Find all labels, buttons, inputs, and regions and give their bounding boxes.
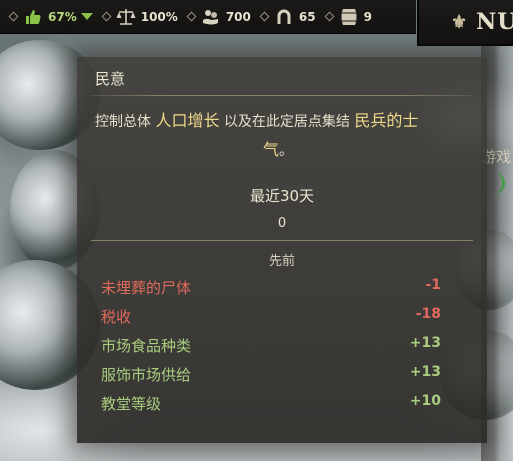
desc-text: 以及在此定居点集结 bbox=[223, 114, 350, 130]
factor-label: 未埋葬的尸体 bbox=[101, 279, 192, 297]
barrel-icon bbox=[339, 7, 359, 27]
factor-label: 教堂等级 bbox=[101, 395, 162, 413]
desc-highlight-morale-wrap: 气 bbox=[263, 140, 280, 159]
horseshoe-icon bbox=[274, 7, 294, 27]
public-opinion-tooltip: 民意 控制总体 人口增长 以及在此定居点集结 民兵的士 气。 最近30天 0 先… bbox=[77, 57, 487, 443]
desc-highlight-population: 人口增长 bbox=[155, 111, 220, 130]
tooltip-title: 民意 bbox=[95, 70, 126, 88]
separator-diamond-icon bbox=[324, 11, 335, 22]
factor-label: 税收 bbox=[101, 308, 132, 326]
divider bbox=[91, 240, 473, 241]
period-value: 0 bbox=[277, 216, 287, 231]
desc-highlight-militia: 民兵 bbox=[354, 111, 387, 130]
approval-resource[interactable]: 67% bbox=[8, 7, 93, 27]
factor-row: 教堂等级 +10 bbox=[101, 393, 441, 417]
period-label: 最近30天 bbox=[249, 187, 315, 205]
settlement-title-bar[interactable]: ⚜ NUS bbox=[417, 0, 513, 46]
separator-diamond-icon bbox=[8, 11, 19, 22]
factor-row: 未埋葬的尸体 -1 bbox=[101, 277, 441, 301]
fleur-de-lis-icon: ⚜ bbox=[451, 11, 469, 33]
factor-label: 服饰市场供给 bbox=[101, 366, 192, 384]
factor-value: +10 bbox=[409, 393, 441, 409]
separator-diamond-icon bbox=[186, 11, 197, 22]
factor-row: 税收 -18 bbox=[101, 306, 441, 330]
justice-resource[interactable]: 100% bbox=[101, 7, 178, 27]
approval-value: 67% bbox=[48, 9, 77, 24]
factor-value: +13 bbox=[409, 364, 441, 380]
wealth-value: 700 bbox=[225, 9, 251, 24]
desc-highlight-connector: 的 bbox=[386, 111, 403, 130]
factor-value: +13 bbox=[409, 335, 441, 351]
supplies-value: 9 bbox=[363, 9, 372, 24]
factor-row: 服饰市场供给 +13 bbox=[101, 364, 441, 388]
divider bbox=[91, 95, 473, 96]
hand-coins-icon bbox=[201, 7, 221, 27]
desc-text: 控制总体 bbox=[95, 114, 151, 130]
horses-value: 65 bbox=[298, 9, 316, 24]
supplies-resource[interactable]: 9 bbox=[324, 7, 372, 27]
scales-icon bbox=[116, 7, 136, 27]
factor-label: 市场食品种类 bbox=[101, 337, 192, 355]
separator-diamond-icon bbox=[101, 11, 112, 22]
thumbs-up-icon bbox=[23, 7, 43, 27]
separator-diamond-icon bbox=[259, 11, 270, 22]
justice-value: 100% bbox=[140, 9, 178, 24]
factor-row: 市场食品种类 +13 bbox=[101, 335, 441, 359]
trend-down-icon bbox=[80, 13, 93, 20]
factor-value: -18 bbox=[415, 306, 441, 322]
desc-highlight-morale: 士 bbox=[402, 111, 419, 130]
horses-resource[interactable]: 65 bbox=[259, 7, 316, 27]
wealth-resource[interactable]: 700 bbox=[186, 7, 251, 27]
factor-value: -1 bbox=[425, 277, 441, 293]
resource-bar: 67% 100% 700 65 9 bbox=[0, 0, 416, 34]
settlement-name: NUS bbox=[476, 9, 513, 35]
tooltip-description: 控制总体 人口增长 以及在此定居点集结 民兵的士 气。 bbox=[95, 107, 473, 165]
previous-label: 先前 bbox=[268, 254, 295, 269]
desc-text-end: 。 bbox=[279, 143, 294, 159]
